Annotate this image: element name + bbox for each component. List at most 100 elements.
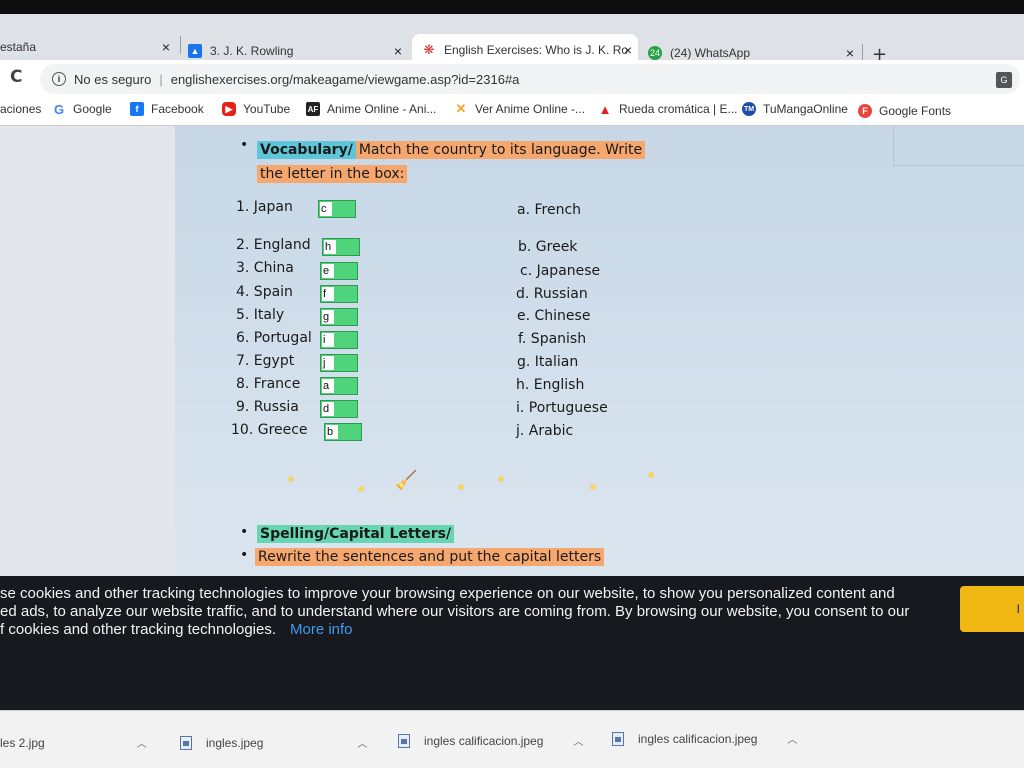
answer-input[interactable]: a: [320, 377, 358, 395]
bookmark-youtube[interactable]: ▶ YouTube: [222, 102, 290, 116]
close-tab-icon[interactable]: ×: [162, 39, 170, 55]
close-tab-icon[interactable]: ×: [846, 45, 854, 61]
answer-input[interactable]: j: [320, 354, 358, 372]
answer-value: b: [326, 425, 338, 439]
af-icon: AF: [306, 102, 320, 116]
instruction-text: Rewrite the sentences and put the capita…: [255, 548, 605, 566]
answer-value: h: [324, 240, 336, 254]
chevron-up-icon[interactable]: ︿: [573, 733, 583, 748]
bookmark-label: Ver Anime Online -...: [475, 102, 586, 116]
answer-input[interactable]: g: [320, 308, 358, 326]
divider: |: [159, 71, 163, 87]
bookmark-facebook[interactable]: f Facebook: [130, 102, 204, 116]
downloads-bar: les 2.jpg ︿ ingles.jpeg ︿ ingles calific…: [0, 710, 1024, 768]
language-item: f. Spanish: [518, 331, 587, 347]
fonts-icon: F: [858, 104, 872, 118]
bookmark-label: Google Fonts: [879, 104, 952, 118]
page-margin: [0, 126, 175, 576]
instruction-text: Match the country to its language. Write: [355, 141, 646, 159]
chevron-up-icon[interactable]: ︿: [357, 735, 367, 750]
answer-input[interactable]: i: [320, 331, 358, 349]
exercise-area: [175, 126, 1024, 576]
cookie-text: ed ads, to analyze our website traffic, …: [0, 603, 910, 620]
close-tab-icon[interactable]: ×: [394, 43, 402, 59]
download-item[interactable]: ingles.jpeg ︿: [180, 735, 367, 750]
bookmark-apps[interactable]: aciones: [0, 102, 41, 116]
language-item: a. French: [517, 202, 582, 218]
adobe-icon: ▲: [598, 101, 612, 117]
language-item: b. Greek: [518, 239, 578, 255]
side-panel: [893, 126, 1024, 166]
more-info-link[interactable]: More info: [290, 621, 353, 638]
info-icon[interactable]: i: [52, 72, 66, 86]
cookie-banner: se cookies and other tracking technologi…: [0, 576, 1024, 710]
bookmark-anime-online[interactable]: AF Anime Online - Ani...: [306, 102, 436, 116]
tmo-icon: TM: [742, 102, 756, 116]
download-item[interactable]: ingles calificacion.jpeg ︿: [398, 733, 583, 748]
section-label: Spelling/Capital Letters/: [257, 525, 455, 543]
witch-icon: 🧹: [395, 470, 418, 491]
answer-value: g: [322, 310, 334, 324]
country-item: 6. Portugal: [236, 330, 312, 346]
bookmark-ver-anime[interactable]: ✕ Ver Anime Online -...: [454, 101, 586, 116]
bookmark-google[interactable]: G Google: [52, 101, 112, 117]
answer-input[interactable]: d: [320, 400, 358, 418]
language-item: c. Japanese: [520, 263, 601, 279]
puzzle-icon: ❋: [423, 42, 435, 57]
google-icon: G: [53, 101, 65, 117]
tab-1[interactable]: estaña ×: [0, 32, 176, 62]
star-icon: [358, 486, 364, 492]
country-item: 3. China: [236, 260, 294, 276]
image-file-icon: [398, 733, 410, 748]
bookmark-label: Facebook: [151, 102, 204, 116]
language-item: d. Russian: [516, 286, 588, 302]
country-item: 10. Greece: [231, 422, 308, 438]
download-name: les 2.jpg: [0, 735, 45, 750]
answer-input[interactable]: h: [322, 238, 360, 256]
cookie-text: f cookies and other tracking technologie…: [0, 621, 276, 638]
bookmark-label: YouTube: [243, 102, 291, 116]
answer-input[interactable]: b: [324, 423, 362, 441]
tab-title: (24) WhatsApp: [670, 46, 751, 60]
section-label: Vocabulary/: [257, 141, 356, 159]
url-text[interactable]: englishexercises.org/makeagame/viewgame.…: [171, 72, 520, 87]
language-item: g. Italian: [517, 354, 579, 370]
bookmark-label: Rueda cromática | E...: [619, 102, 738, 116]
image-file-icon: [612, 731, 624, 746]
country-item: 1. Japan: [236, 199, 293, 215]
bookmark-google-fonts[interactable]: F Google Fonts: [858, 104, 951, 118]
country-item: 2. England: [236, 237, 311, 253]
star-icon: [458, 484, 464, 490]
bullet: •: [240, 547, 249, 563]
star-icon: [288, 476, 294, 482]
reload-icon[interactable]: C: [10, 67, 22, 87]
accept-cookies-button[interactable]: I: [960, 586, 1024, 632]
address-bar[interactable]: i No es seguro | englishexercises.org/ma…: [40, 64, 1020, 94]
country-item: 4. Spain: [236, 284, 293, 300]
answer-value: d: [322, 402, 334, 416]
chevron-up-icon[interactable]: ︿: [137, 735, 147, 750]
language-item: e. Chinese: [517, 308, 591, 324]
youtube-icon: ▶: [222, 102, 236, 116]
tab-title: estaña: [0, 40, 37, 54]
bookmark-tumanga[interactable]: TM TuMangaOnline: [742, 102, 848, 116]
answer-input[interactable]: f: [320, 285, 358, 303]
security-label: No es seguro: [74, 71, 152, 87]
jk-icon: ✕: [455, 101, 467, 116]
language-item: j. Arabic: [516, 423, 574, 439]
language-item: h. English: [516, 377, 585, 393]
answer-input[interactable]: e: [320, 262, 358, 280]
close-tab-icon[interactable]: ×: [624, 42, 632, 58]
bookmark-label: Anime Online - Ani...: [327, 102, 437, 116]
bullet: •: [240, 524, 249, 540]
answer-value: c: [320, 202, 332, 216]
bookmarks-bar: aciones G Google f Facebook ▶ YouTube AF…: [0, 96, 1024, 126]
bookmark-rueda[interactable]: ▲ Rueda cromática | E...: [598, 101, 738, 117]
answer-input[interactable]: c: [318, 200, 356, 218]
download-item[interactable]: ingles calificacion.jpeg ︿: [612, 731, 797, 746]
chevron-up-icon[interactable]: ︿: [787, 731, 797, 746]
download-item[interactable]: les 2.jpg ︿: [0, 735, 147, 751]
answer-value: j: [322, 356, 334, 370]
tab-strip: estaña × ▲ 3. J. K. Rowling × ❋ English …: [0, 14, 1024, 66]
translate-icon[interactable]: G: [996, 72, 1012, 88]
